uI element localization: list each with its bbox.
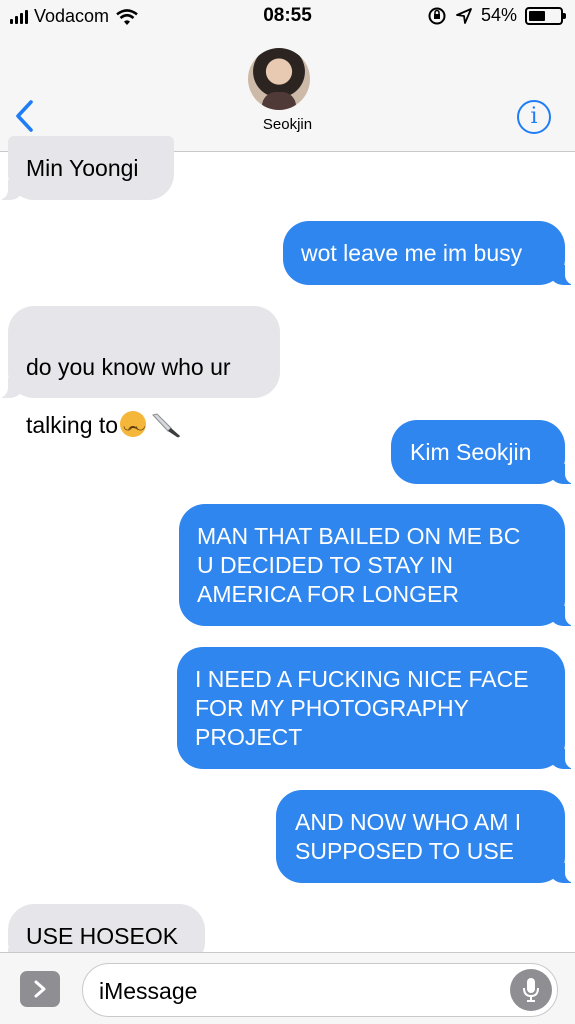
status-bar: Vodacom 08:55 54% — [0, 0, 575, 34]
battery-icon — [525, 6, 566, 25]
message-bubble-sent[interactable]: Kim Seokjin — [391, 420, 575, 484]
location-arrow-icon — [456, 7, 472, 24]
message-bubble-sent[interactable]: wot leave me im busy — [283, 221, 575, 285]
message-text: Kim Seokjin — [410, 439, 532, 465]
header: Vodacom 08:55 54% Seokjin i — [0, 0, 575, 152]
message-text: wot leave me im busy — [301, 240, 523, 266]
input-bar: iMessage — [0, 952, 575, 1024]
battery-percent: 54% — [480, 5, 517, 25]
contact-name[interactable]: Seokjin — [0, 116, 575, 133]
message-text: MAN THAT BAILED ON ME BC U DECIDED TO ST… — [197, 523, 521, 607]
message-text: AND NOW WHO AM I SUPPOSED TO USE — [295, 809, 522, 864]
message-text: I NEED A FUCKING NICE FACE FOR MY PHOTOG… — [195, 666, 529, 750]
message-bubble-received[interactable]: do you know who ur talking to — [0, 306, 280, 441]
message-input[interactable]: iMessage — [82, 963, 558, 1017]
info-icon[interactable]: i — [517, 100, 551, 134]
message-bubble-sent[interactable]: AND NOW WHO AM I SUPPOSED TO USE — [276, 790, 575, 883]
chevron-right-icon — [34, 980, 46, 998]
message-bubble-sent[interactable]: I NEED A FUCKING NICE FACE FOR MY PHOTOG… — [177, 647, 575, 769]
status-right: 54% — [427, 5, 566, 26]
message-bubble-sent[interactable]: MAN THAT BAILED ON ME BC U DECIDED TO ST… — [179, 504, 575, 626]
message-text-line: do you know who ur — [26, 354, 231, 380]
rotation-lock-icon — [428, 7, 446, 24]
knife-emoji-icon — [152, 413, 181, 438]
message-text-line: talking to — [26, 412, 119, 438]
message-text: do you know who ur talking to — [26, 324, 280, 441]
upside-down-face-emoji-icon — [120, 411, 147, 441]
message-text: Min Yoongi — [26, 155, 139, 181]
microphone-icon — [523, 978, 539, 1002]
apps-button[interactable] — [20, 971, 60, 1007]
battery-fill — [529, 10, 546, 21]
message-bubble-received[interactable]: Min Yoongi — [0, 136, 174, 200]
contact-avatar[interactable] — [248, 48, 310, 110]
message-text: USE HOSEOK — [26, 923, 179, 949]
microphone-button[interactable] — [510, 969, 552, 1011]
